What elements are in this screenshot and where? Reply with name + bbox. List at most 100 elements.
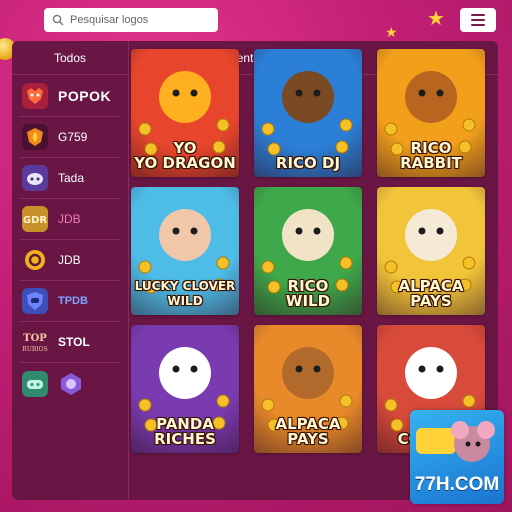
- character-head: [159, 209, 211, 261]
- game-title-line: YO DRAGON: [134, 154, 236, 172]
- character-eye: [295, 89, 303, 97]
- character-eye: [313, 227, 321, 235]
- coin-icon: [261, 398, 275, 412]
- coin-icon: [462, 256, 476, 270]
- coin-icon: [339, 394, 353, 408]
- character-eye: [313, 365, 321, 373]
- game-title-line: LUCKY CLOVER: [134, 279, 236, 293]
- game-card[interactable]: YO YO DRAGON: [131, 49, 239, 177]
- provider-item-jdb-gdr[interactable]: GDR JDB: [20, 199, 120, 240]
- character-eye: [172, 89, 180, 97]
- provider-item-popok[interactable]: POPOK: [20, 76, 120, 117]
- jdb-coin-icon: [22, 247, 48, 273]
- character-eye: [436, 227, 444, 235]
- gdr-icon: GDR: [22, 206, 48, 232]
- character-eye: [172, 227, 180, 235]
- filter-all[interactable]: Todos: [12, 41, 129, 75]
- game-title: RICO RABBIT: [377, 141, 485, 171]
- character-eye: [436, 89, 444, 97]
- character-eye: [190, 89, 198, 97]
- provider-label: TPDB: [58, 295, 88, 307]
- provider-label: G759: [58, 130, 88, 144]
- coin-icon: [384, 398, 398, 412]
- tada-mascot-icon: [22, 165, 48, 191]
- menu-button[interactable]: [460, 8, 496, 32]
- game-title: ALPACA PAYS: [254, 417, 362, 447]
- character-eye: [418, 227, 426, 235]
- character-eye: [418, 89, 426, 97]
- svg-text:RUBIOS: RUBIOS: [22, 346, 47, 353]
- provider-item-jdb[interactable]: JDB: [20, 240, 120, 281]
- character-head: [405, 209, 457, 261]
- coin-icon: [261, 260, 275, 274]
- game-title: RICO DJ: [254, 156, 362, 171]
- coin-icon: [138, 260, 152, 274]
- character-head: [282, 71, 334, 123]
- game-title-line: RICHES: [154, 430, 216, 448]
- provider-label: JDB: [58, 253, 81, 267]
- flame-shield-icon: [22, 124, 48, 150]
- search-input[interactable]: [70, 14, 210, 26]
- game-title-line: RABBIT: [400, 154, 462, 172]
- character-eye: [172, 365, 180, 373]
- game-title-line: PAYS: [410, 292, 452, 310]
- character-head: [159, 347, 211, 399]
- coin-icon: [261, 122, 275, 136]
- hexagon-logo-icon: [58, 371, 84, 397]
- character-head: [159, 71, 211, 123]
- svg-text:GDR: GDR: [23, 215, 47, 226]
- provider-item-gamepad[interactable]: [20, 363, 120, 404]
- coin-icon: [216, 118, 230, 132]
- game-card[interactable]: LUCKY CLOVER WILD: [131, 187, 239, 315]
- character-eye: [190, 227, 198, 235]
- provider-label: POPOK: [58, 88, 112, 104]
- character-head: [405, 71, 457, 123]
- shield-face-icon: [22, 288, 48, 314]
- game-title-line: PAYS: [287, 430, 329, 448]
- game-card[interactable]: RICO RABBIT: [377, 49, 485, 177]
- provider-item-g759[interactable]: G759: [20, 117, 120, 158]
- svg-text:TOP: TOP: [23, 333, 47, 344]
- dragon-icon: [22, 83, 48, 109]
- top-rubios-icon: TOP RUBIOS: [22, 329, 48, 355]
- site-logo-text: 77H.COM: [414, 474, 500, 495]
- site-badge[interactable]: 77H.COM: [410, 410, 504, 504]
- game-card[interactable]: ALPACA PAYS: [254, 325, 362, 453]
- coin-icon: [462, 394, 476, 408]
- character-eye: [418, 365, 426, 373]
- star-icon: ★: [385, 24, 398, 40]
- provider-label: Tada: [58, 171, 85, 185]
- provider-item-tpdb[interactable]: TPDB: [20, 281, 120, 322]
- game-card[interactable]: RICO WILD: [254, 187, 362, 315]
- game-card[interactable]: ALPACA PAYS: [377, 187, 485, 315]
- game-title: LUCKY CLOVER WILD: [131, 279, 239, 309]
- character-head: [282, 347, 334, 399]
- character-head: [405, 347, 457, 399]
- coin-icon: [138, 122, 152, 136]
- search-bar[interactable]: [44, 8, 218, 32]
- coin-icon: [339, 256, 353, 270]
- provider-item-tada[interactable]: Tada: [20, 158, 120, 199]
- character-eye: [313, 89, 321, 97]
- search-icon: [52, 14, 64, 26]
- hamburger-icon: [471, 14, 485, 16]
- coin-icon: [216, 256, 230, 270]
- game-card[interactable]: RICO DJ: [254, 49, 362, 177]
- coin-icon: [335, 140, 349, 154]
- provider-sidebar: POPOK G759 Tada GDR JDB JDB TPDB TOP RUB…: [12, 76, 129, 500]
- provider-item-stol[interactable]: TOP RUBIOS STOL: [20, 322, 120, 363]
- game-title-line: WILD: [167, 294, 203, 308]
- game-title-line: RICO DJ: [275, 154, 341, 172]
- character-eye: [295, 227, 303, 235]
- game-card[interactable]: PANDA RICHES: [131, 325, 239, 453]
- coin-icon: [216, 394, 230, 408]
- character-eye: [436, 365, 444, 373]
- coin-icon: [339, 118, 353, 132]
- star-icon: ★: [427, 8, 445, 30]
- game-title: RICO WILD: [254, 279, 362, 309]
- coin-icon: [384, 122, 398, 136]
- game-grid: YO YO DRAGON RICO DJ RICO RABBIT LUCKY CLOVER…: [131, 49, 491, 459]
- character-head: [282, 209, 334, 261]
- coin-icon: [138, 398, 152, 412]
- game-title-line: WILD: [285, 292, 331, 310]
